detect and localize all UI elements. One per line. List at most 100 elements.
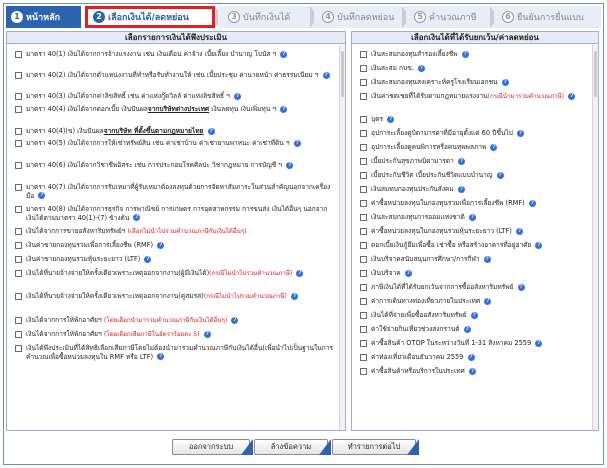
list-item[interactable]: ค่าซื้อหน่วยลงทุนในกองทุนรวมเพื่อการเลี้… [360, 199, 588, 208]
checkbox[interactable] [360, 368, 367, 375]
list-item[interactable]: เงินได้จากการขายอสังหาริมทรัพย์ฯ (เลือกไ… [15, 227, 333, 237]
logout-button[interactable]: ออกจากระบบ [172, 439, 250, 455]
checkbox[interactable] [15, 331, 22, 338]
checkbox[interactable] [360, 116, 367, 123]
list-item[interactable]: เงินค่าขายกองทุนรวมเพื่อการเลี้ยงชีพ (RM… [15, 241, 333, 250]
checkbox[interactable] [15, 228, 22, 235]
info-icon[interactable]: ? [461, 50, 469, 58]
checkbox[interactable] [15, 184, 22, 191]
list-item[interactable]: มาตรา 40(5) เงินได้จากการให้เช่าทรัพย์สิ… [15, 139, 333, 148]
info-icon[interactable]: ? [322, 71, 330, 79]
list-item[interactable]: เบี้ยประกันสุขภาพบิดามารดา ? [360, 157, 588, 166]
step-home[interactable]: 1 หน้าหลัก [6, 6, 81, 28]
info-icon[interactable]: ? [207, 127, 215, 135]
checkbox[interactable] [15, 93, 22, 100]
checkbox[interactable] [360, 298, 367, 305]
info-icon[interactable]: ? [501, 78, 509, 86]
list-item[interactable]: เบี้ยประกันชีวิต เบี้ยประกันชีวิตแบบบำนา… [360, 171, 588, 180]
checkbox[interactable] [15, 162, 22, 169]
checkbox[interactable] [15, 140, 22, 147]
checkbox[interactable] [360, 158, 367, 165]
list-item[interactable]: เงินบริจาค ? [360, 269, 588, 278]
clear-button[interactable]: ล้างข้อความ [254, 439, 328, 455]
list-item[interactable]: เงินสะสมกองทุนการออมแห่งชาติ ? [360, 213, 588, 222]
info-icon[interactable]: ? [133, 214, 141, 221]
checkbox[interactable] [360, 242, 367, 249]
checkbox[interactable] [360, 214, 367, 221]
checkbox[interactable] [15, 242, 22, 249]
checkbox[interactable] [360, 284, 367, 291]
list-item[interactable]: เงินได้พึงประเมินที่ได้สิทธิเลือกเสียภาษ… [15, 344, 333, 361]
list-item[interactable]: ค่าท่องเที่ยวเดือนธันวาคม 2559 ? [360, 353, 588, 362]
checkbox[interactable] [360, 312, 367, 319]
info-icon[interactable]: ? [516, 129, 524, 137]
info-icon[interactable]: ? [568, 92, 576, 100]
list-item[interactable]: มาตรา 40(4) เงินได้จากดอกเบี้ย เงินปันผล… [15, 105, 333, 114]
checkbox[interactable] [15, 106, 22, 113]
list-item[interactable]: อุปการะเลี้ยงดูคนพิการหรือคนทุพพลภาพ ? [360, 143, 588, 152]
scrollbar-thumb[interactable] [594, 51, 597, 97]
list-item[interactable]: มาตรา 40(2) เงินได้จากตำแหน่งงานที่ทำหรื… [15, 71, 333, 80]
step-calculate-tax[interactable]: 5 คำนวณภาษี [406, 6, 494, 28]
checkbox[interactable] [15, 128, 22, 135]
list-item[interactable]: ค่าซื้อหน่วยลงทุนในกองทุนรวมหุ้นระยะยาว … [360, 227, 588, 236]
checkbox[interactable] [360, 51, 367, 58]
next-button[interactable]: ทำรายการต่อไป [332, 439, 416, 455]
info-icon[interactable]: ? [517, 283, 525, 291]
scrollbar[interactable] [339, 45, 345, 430]
info-icon[interactable]: ? [231, 316, 239, 324]
checkbox[interactable] [360, 130, 367, 137]
scrollbar-thumb[interactable] [341, 51, 344, 97]
list-item[interactable]: มาตรา 40(3) เงินได้จากค่าลิขสิทธิ์ เช่น … [15, 92, 333, 101]
info-icon[interactable]: ? [528, 199, 536, 207]
checkbox[interactable] [15, 256, 22, 263]
checkbox[interactable] [360, 65, 367, 72]
info-icon[interactable]: ? [290, 292, 298, 300]
list-item[interactable]: เงินสะสมกองทุนสงเคราะห์ครูโรงเรียนเอกชน … [360, 78, 588, 87]
info-icon[interactable]: ? [417, 64, 425, 72]
checkbox[interactable] [15, 270, 22, 277]
info-icon[interactable]: ? [457, 185, 465, 193]
info-icon[interactable]: ? [157, 241, 165, 249]
step-confirm-filing[interactable]: 6 ยืนยันการยื่นแบบ [494, 6, 601, 28]
checkbox[interactable] [15, 345, 22, 352]
info-icon[interactable]: ? [280, 50, 288, 58]
info-icon[interactable]: ? [463, 325, 471, 333]
info-icon[interactable]: ? [38, 192, 46, 199]
scrollbar[interactable] [592, 45, 598, 430]
info-icon[interactable]: ? [144, 255, 152, 263]
step-select-income[interactable]: 2 เลือกเงินได้/ลดหย่อน [85, 6, 215, 28]
info-icon[interactable]: ? [470, 311, 478, 319]
info-icon[interactable]: ? [468, 213, 476, 221]
list-item[interactable]: เงินได้ที่นายจ้างจ่ายให้ครั้งเดียวเพราะเ… [15, 292, 333, 302]
info-icon[interactable]: ? [293, 139, 301, 147]
info-icon[interactable]: ? [535, 339, 543, 347]
list-item[interactable]: เงินได้ที่จ่ายเพื่อซื้ออสังหาริมทรัพย์ ? [360, 311, 588, 320]
checkbox[interactable] [15, 51, 22, 58]
checkbox[interactable] [360, 200, 367, 207]
list-item[interactable]: เงินบริจาคสนับสนุนการศึกษา/การกีฬา ? [360, 255, 588, 264]
checkbox[interactable] [360, 93, 367, 100]
checkbox[interactable] [360, 256, 367, 263]
checkbox[interactable] [360, 326, 367, 333]
checkbox[interactable] [360, 186, 367, 193]
list-item[interactable]: ค่าซื้อสินค้าหรือบริการในประเทศ ? [360, 367, 588, 376]
info-icon[interactable]: ? [496, 171, 504, 179]
info-icon[interactable]: ? [387, 115, 395, 123]
checkbox[interactable] [360, 340, 367, 347]
info-icon[interactable]: ? [404, 269, 412, 277]
checkbox[interactable] [360, 354, 367, 361]
list-item[interactable]: ค่าใช้จ่ายกินเที่ยวช่วงสงกรานต์ ? [360, 325, 588, 334]
info-icon[interactable]: ? [467, 353, 475, 361]
info-icon[interactable]: ? [490, 143, 498, 151]
info-icon[interactable]: ? [286, 161, 294, 169]
checkbox[interactable] [360, 270, 367, 277]
checkbox[interactable] [360, 79, 367, 86]
list-item[interactable]: เงินสมทบกองทุนประกันสังคม ? [360, 185, 588, 194]
list-item[interactable]: ค่าซื้อสินค้า OTOP ในระหว่างวันที่ 1-31 … [360, 339, 588, 348]
list-item[interactable]: มาตรา 40(6) เงินได้จากวิชาชีพอิสระ เช่น … [15, 161, 333, 170]
checkbox[interactable] [15, 317, 22, 324]
info-icon[interactable]: ? [203, 330, 211, 338]
info-icon[interactable]: ? [280, 105, 288, 113]
list-item[interactable]: ภาษีเงินได้ที่ได้รับยกเว้นจากการซื้ออสัง… [360, 283, 588, 292]
